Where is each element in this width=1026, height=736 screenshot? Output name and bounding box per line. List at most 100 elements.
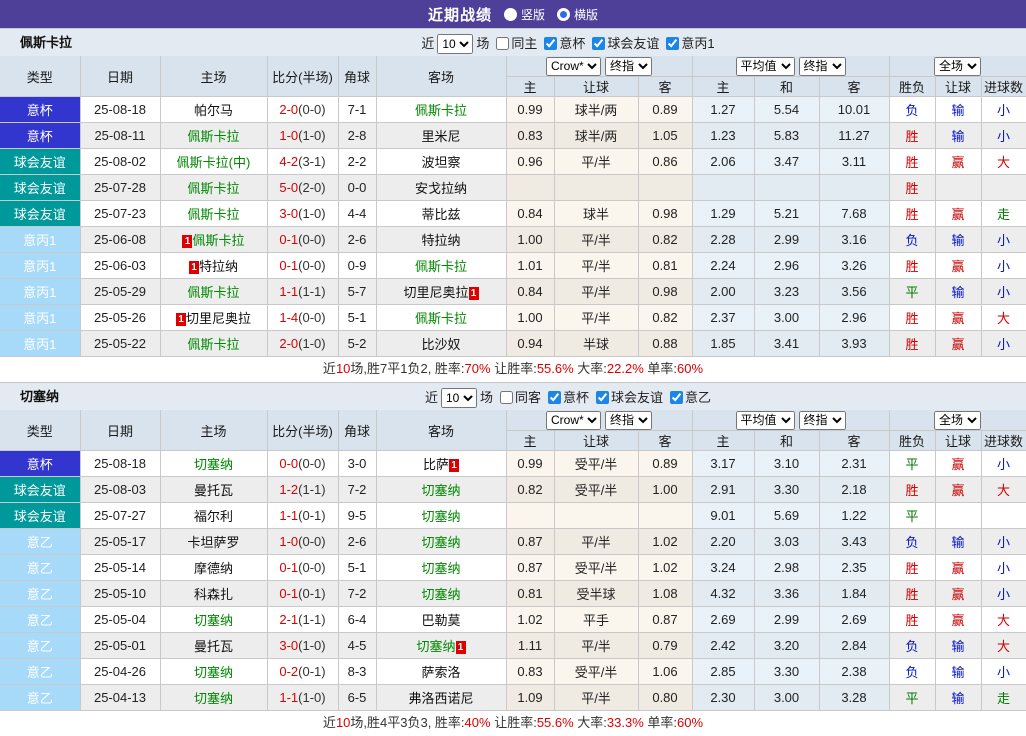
final-odds-select[interactable]: 终指 — [605, 57, 652, 76]
league-type-badge: 意杯 — [0, 97, 80, 123]
odds-provider-select[interactable]: Crow* — [546, 57, 601, 76]
full-score[interactable]: 0-1 — [279, 232, 298, 247]
layout-option-horizontal[interactable]: 横版 — [557, 6, 598, 23]
home-team-name: 切塞纳 — [194, 665, 233, 680]
final-odds-select-2[interactable]: 终指 — [799, 57, 846, 76]
league-checkbox[interactable]: 球会友谊 — [588, 30, 659, 57]
score-cell[interactable]: 2-0(0-0) — [267, 97, 338, 123]
average-select[interactable]: 平均值 — [736, 57, 795, 76]
score-cell[interactable]: 5-0(2-0) — [267, 175, 338, 201]
score-cell[interactable]: 1-1(1-1) — [267, 279, 338, 305]
away-team-cell: 巴勒莫 — [376, 607, 506, 633]
full-score[interactable]: 0-1 — [279, 258, 298, 273]
score-cell[interactable]: 1-0(1-0) — [267, 123, 338, 149]
match-count-select[interactable]: 10 — [441, 388, 477, 408]
radio-unselected-icon[interactable] — [557, 8, 570, 21]
league-checkbox[interactable]: 意丙1 — [662, 30, 714, 57]
same-venue-checkbox[interactable]: 同主 — [492, 30, 537, 57]
score-cell[interactable]: 0-2(0-1) — [267, 659, 338, 685]
match-row: 意乙25-05-14摩德纳0-1(0-0)5-1切塞纳0.87受平/半1.023… — [0, 555, 1026, 581]
odds-provider-select[interactable]: Crow* — [546, 411, 601, 430]
league-type-badge: 意乙 — [0, 555, 80, 581]
score-cell[interactable]: 0-1(0-1) — [267, 581, 338, 607]
match-count-select[interactable]: 10 — [437, 34, 473, 54]
full-score[interactable]: 1-1 — [279, 690, 298, 705]
layout-option-vertical[interactable]: 竖版 — [504, 6, 545, 23]
full-score[interactable]: 0-2 — [279, 664, 298, 679]
score-cell[interactable]: 4-2(3-1) — [267, 149, 338, 175]
score-cell[interactable]: 0-1(0-0) — [267, 253, 338, 279]
average-odds-group-header: 平均值终指 — [692, 410, 889, 431]
league-checkbox[interactable]: 意杯 — [544, 384, 589, 411]
half-score: (0-0) — [298, 310, 325, 325]
full-score[interactable]: 5-0 — [279, 180, 298, 195]
crow-away-odds: 0.82 — [638, 305, 692, 331]
final-odds-select[interactable]: 终指 — [605, 411, 652, 430]
league-type-badge: 意乙 — [0, 581, 80, 607]
home-team-name: 切塞纳 — [194, 613, 233, 628]
summary-segment: 70% — [465, 361, 491, 376]
full-score[interactable]: 2-0 — [279, 336, 298, 351]
league-checkbox[interactable]: 意乙 — [666, 384, 711, 411]
away-team-name: 蒂比兹 — [421, 207, 460, 222]
same-venue-checkbox[interactable]: 同客 — [496, 384, 541, 411]
goals-result: 大 — [981, 633, 1026, 659]
avg-away-odds: 1.22 — [819, 503, 889, 529]
average-select[interactable]: 平均值 — [736, 411, 795, 430]
full-score[interactable]: 0-0 — [279, 456, 298, 471]
match-date: 25-06-08 — [80, 227, 160, 253]
avg-away-odds: 10.01 — [819, 97, 889, 123]
score-cell[interactable]: 0-1(0-0) — [267, 555, 338, 581]
summary-segment: 场,胜7平1负2, 胜率: — [350, 361, 464, 376]
league-checkbox[interactable]: 球会友谊 — [592, 384, 663, 411]
score-cell[interactable]: 0-0(0-0) — [267, 451, 338, 477]
red-card-badge: 1 — [449, 459, 459, 472]
final-odds-select-2[interactable]: 终指 — [799, 411, 846, 430]
league-type-badge: 意丙1 — [0, 227, 80, 253]
summary-segment: 33.3% — [607, 715, 644, 730]
full-score[interactable]: 0-1 — [279, 586, 298, 601]
score-cell[interactable]: 3-0(1-0) — [267, 201, 338, 227]
home-team-name: 帕尔马 — [194, 103, 233, 118]
score-cell[interactable]: 1-2(1-1) — [267, 477, 338, 503]
avg-away-odds: 3.93 — [819, 331, 889, 357]
full-score[interactable]: 1-1 — [279, 284, 298, 299]
score-cell[interactable]: 3-0(1-0) — [267, 633, 338, 659]
avg-home-odds: 1.29 — [692, 201, 754, 227]
full-score[interactable]: 0-1 — [279, 560, 298, 575]
avg-home-odds: 3.24 — [692, 555, 754, 581]
full-score[interactable]: 4-2 — [279, 154, 298, 169]
full-score[interactable]: 1-2 — [279, 482, 298, 497]
league-label: 意杯 — [559, 30, 585, 57]
page-title: 近期战绩 — [428, 4, 492, 25]
full-score[interactable]: 1-0 — [279, 534, 298, 549]
match-scope-select[interactable]: 全场 — [934, 411, 981, 430]
full-score[interactable]: 2-1 — [279, 612, 298, 627]
full-score[interactable]: 1-1 — [279, 508, 298, 523]
match-date: 25-05-01 — [80, 633, 160, 659]
score-cell[interactable]: 1-1(1-0) — [267, 685, 338, 711]
score-cell[interactable]: 1-4(0-0) — [267, 305, 338, 331]
handicap-result: 赢 — [935, 149, 981, 175]
full-score[interactable]: 1-0 — [279, 128, 298, 143]
match-date: 25-07-27 — [80, 503, 160, 529]
match-scope-select[interactable]: 全场 — [934, 57, 981, 76]
win-lose-result: 胜 — [889, 581, 935, 607]
full-score[interactable]: 3-0 — [279, 206, 298, 221]
radio-selected-icon[interactable] — [504, 8, 517, 21]
away-team-cell: 佩斯卡拉 — [376, 97, 506, 123]
score-cell[interactable]: 1-1(0-1) — [267, 503, 338, 529]
full-score[interactable]: 1-4 — [279, 310, 298, 325]
full-score[interactable]: 3-0 — [279, 638, 298, 653]
half-score: (1-0) — [298, 336, 325, 351]
league-checkbox[interactable]: 意杯 — [540, 30, 585, 57]
corner-count: 7-2 — [338, 477, 376, 503]
score-cell[interactable]: 1-0(0-0) — [267, 529, 338, 555]
score-cell[interactable]: 2-1(1-1) — [267, 607, 338, 633]
score-cell[interactable]: 0-1(0-0) — [267, 227, 338, 253]
corner-count: 0-0 — [338, 175, 376, 201]
full-score[interactable]: 2-0 — [279, 102, 298, 117]
score-cell[interactable]: 2-0(1-0) — [267, 331, 338, 357]
win-lose-result: 负 — [889, 633, 935, 659]
summary-segment: 近 — [323, 361, 336, 376]
